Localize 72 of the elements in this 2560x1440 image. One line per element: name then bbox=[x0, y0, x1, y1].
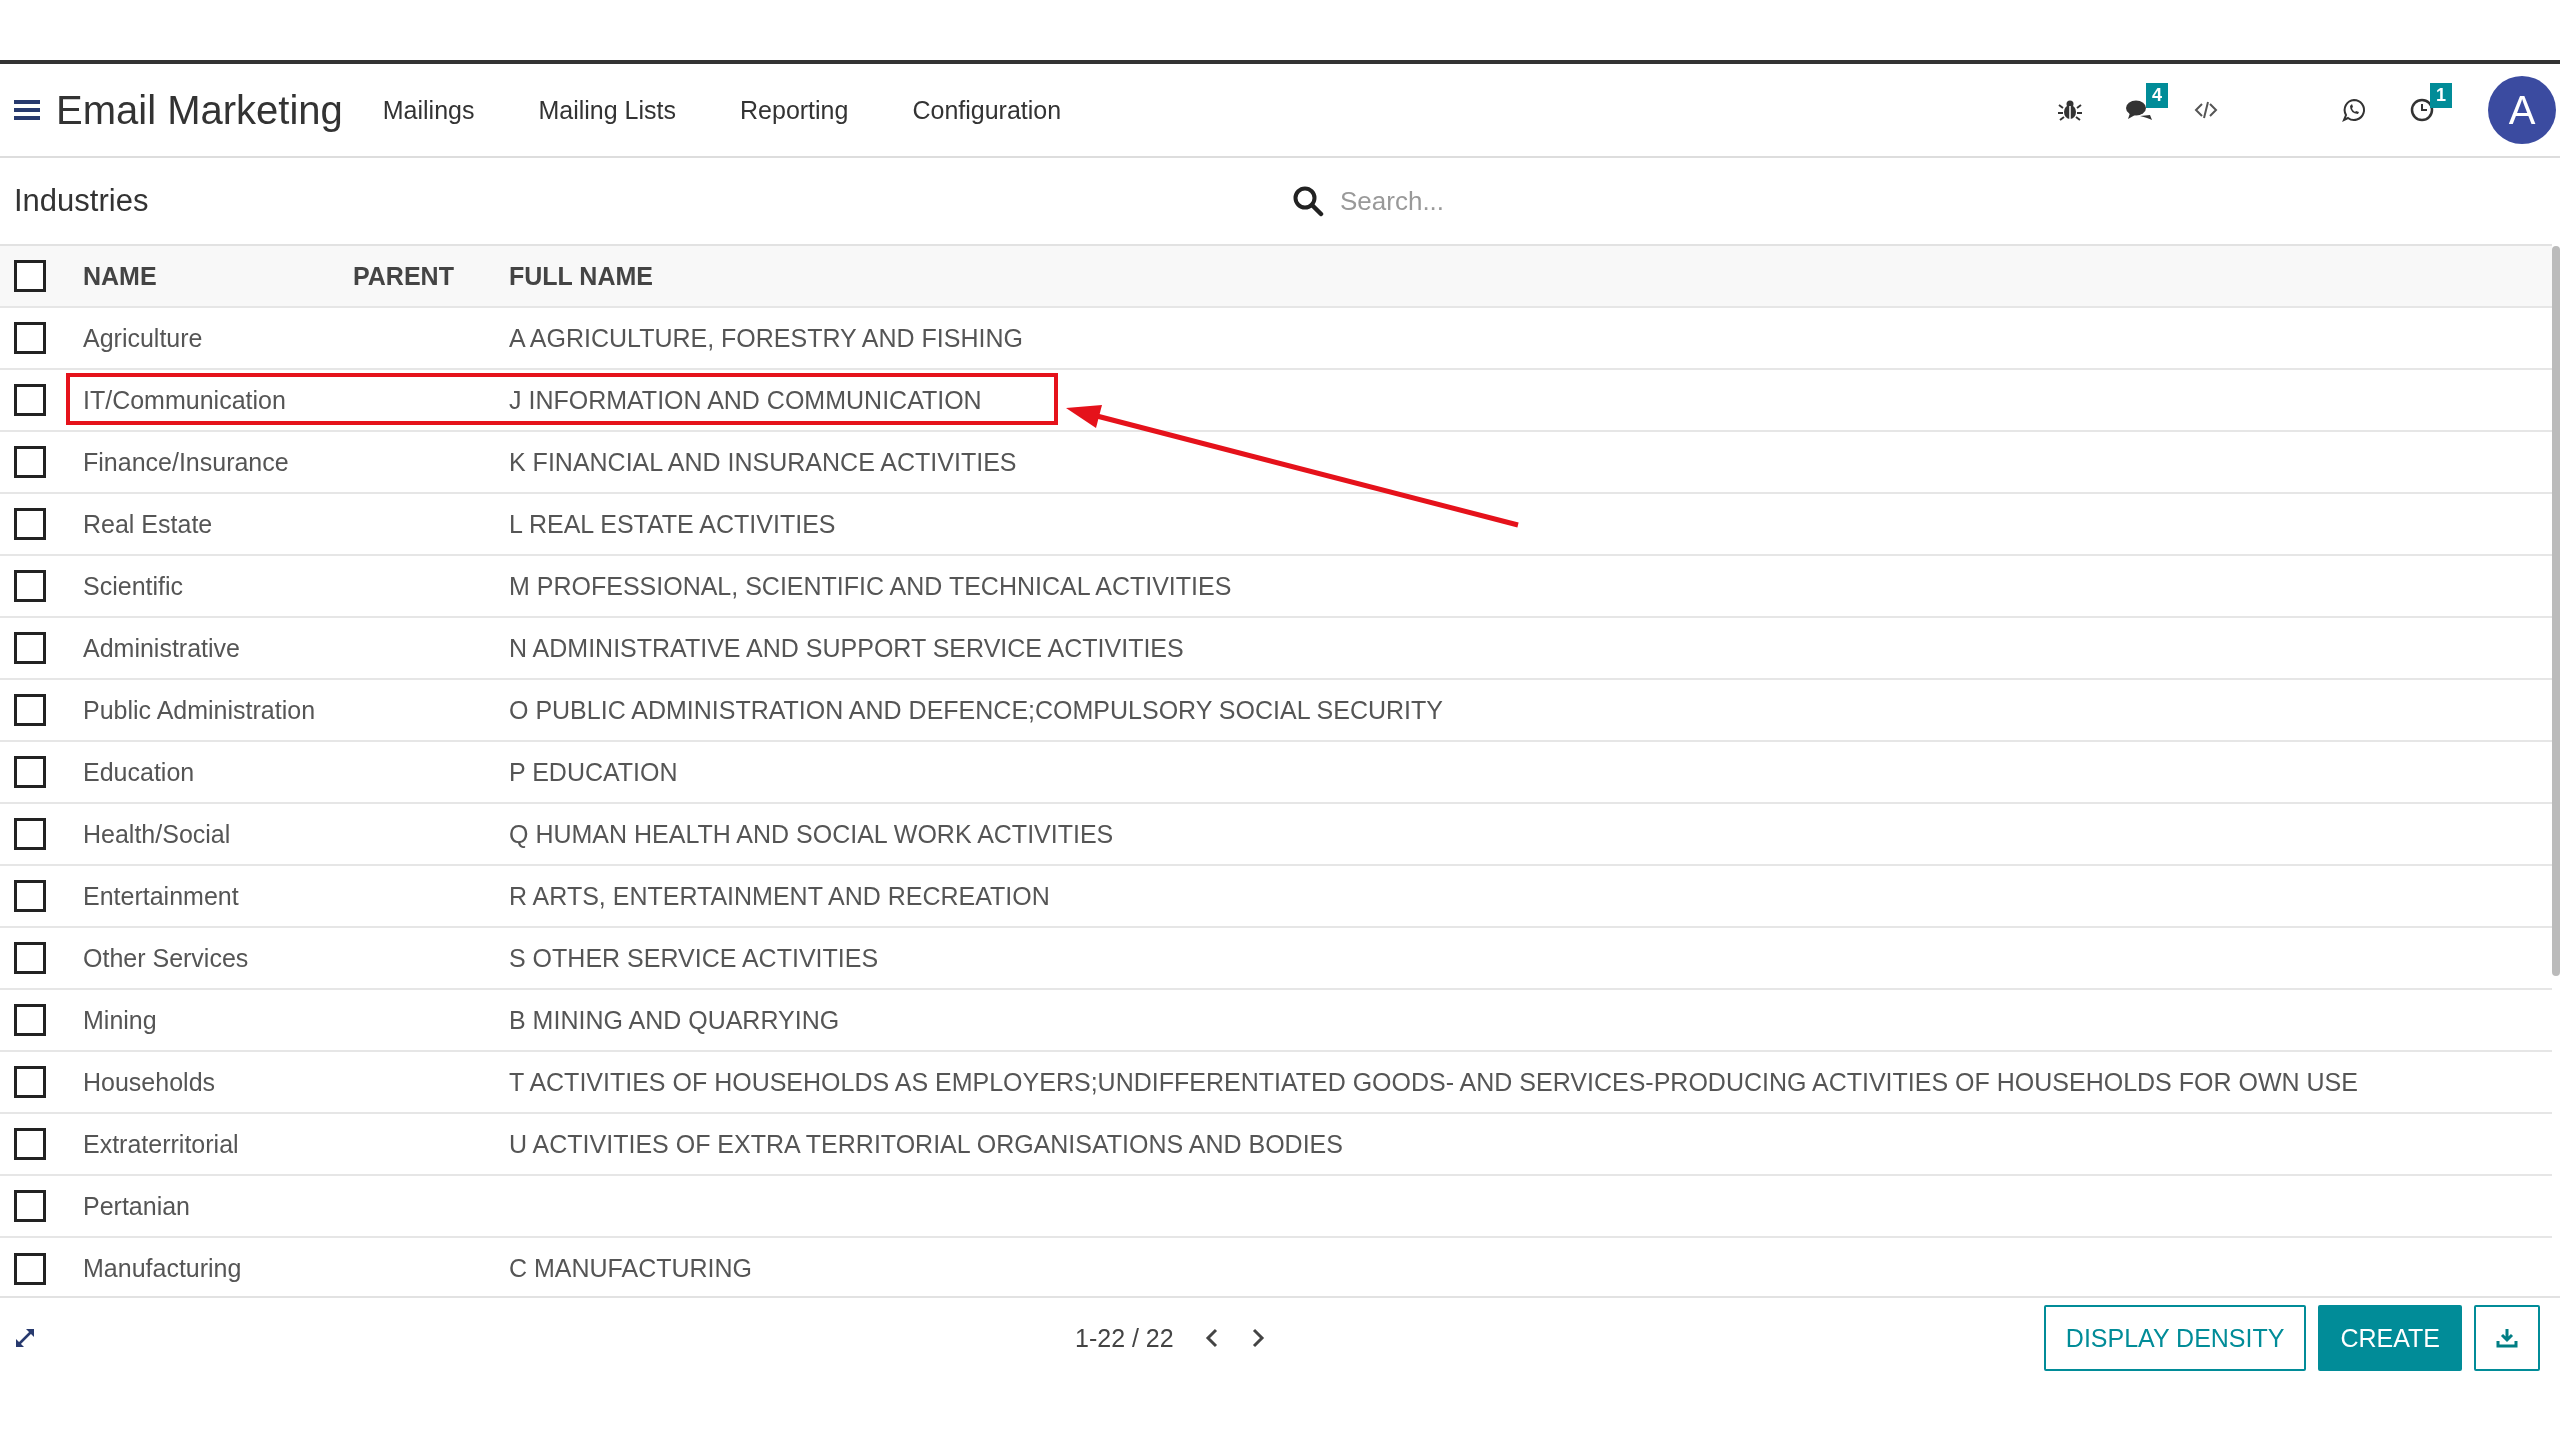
download-button[interactable] bbox=[2474, 1305, 2540, 1371]
table-cell: Entertainment bbox=[83, 881, 239, 910]
scrollbar[interactable] bbox=[2552, 246, 2560, 976]
table-cell: Q HUMAN HEALTH AND SOCIAL WORK ACTIVITIES bbox=[509, 819, 1114, 848]
checkbox[interactable] bbox=[14, 322, 46, 354]
table-cell: T ACTIVITIES OF HOUSEHOLDS AS EMPLOYERS;UNDIFFERENTIATED GOODS- AND SERVICES-PRODUCING ACTIVITIES OF HOUSEHOLDS FOR OWN USE bbox=[509, 1067, 2358, 1096]
checkbox[interactable] bbox=[14, 260, 46, 292]
checkbox[interactable] bbox=[14, 1066, 46, 1098]
table-cell: Health/Social bbox=[83, 819, 231, 848]
table-cell: N ADMINISTRATIVE AND SUPPORT SERVICE ACTIVITIES bbox=[509, 633, 1184, 662]
table-cell: Households bbox=[83, 1067, 216, 1096]
app-title: Email Marketing bbox=[56, 87, 343, 133]
table-cell: Mining bbox=[83, 1005, 157, 1034]
table-cell: Extraterritorial bbox=[83, 1129, 239, 1158]
menu-item[interactable]: Mailings bbox=[382, 95, 475, 125]
expand-icon[interactable] bbox=[14, 1327, 36, 1349]
checkbox[interactable] bbox=[14, 942, 46, 974]
table-cell: Real Estate bbox=[83, 509, 213, 538]
display-density-button[interactable]: DISPLAY DENSITY bbox=[2043, 1305, 2307, 1371]
menu-item[interactable]: Reporting bbox=[740, 95, 849, 125]
table-cell: Scientific bbox=[83, 571, 184, 600]
download-icon bbox=[2496, 1327, 2518, 1349]
column-header[interactable]: FULL NAME bbox=[509, 245, 2552, 307]
table-cell: P EDUCATION bbox=[509, 757, 678, 786]
checkbox[interactable] bbox=[14, 818, 46, 850]
table-cell: R ARTS, ENTERTAINMENT AND RECREATION bbox=[509, 881, 1050, 910]
table-cell: M PROFESSIONAL, SCIENTIFIC AND TECHNICAL ACTIVITIES bbox=[509, 571, 1232, 600]
counter-badge: 1 bbox=[2430, 83, 2452, 108]
table-cell: Other Services bbox=[83, 943, 249, 972]
checkbox[interactable] bbox=[14, 694, 46, 726]
table-cell: IT/Communication bbox=[83, 385, 286, 414]
checkbox[interactable] bbox=[14, 756, 46, 788]
menu-item[interactable]: Configuration bbox=[912, 95, 1062, 125]
column-header[interactable]: PARENT bbox=[353, 245, 509, 307]
checkbox[interactable] bbox=[14, 508, 46, 540]
table-cell: U ACTIVITIES OF EXTRA TERRITORIAL ORGANISATIONS AND BODIES bbox=[509, 1129, 1343, 1158]
create-button[interactable]: CREATE bbox=[2318, 1305, 2462, 1371]
checkbox[interactable] bbox=[14, 446, 46, 478]
checkbox[interactable] bbox=[14, 1252, 46, 1285]
checkbox[interactable] bbox=[14, 1190, 46, 1222]
table-cell: S OTHER SERVICE ACTIVITIES bbox=[509, 943, 879, 972]
menu-icon[interactable] bbox=[14, 99, 40, 121]
table-cell: B MINING AND QUARRYING bbox=[509, 1005, 840, 1034]
table-cell: L REAL ESTATE ACTIVITIES bbox=[509, 509, 836, 538]
table-cell: Finance/Insurance bbox=[83, 447, 289, 476]
checkbox[interactable] bbox=[14, 632, 46, 664]
clock-icon[interactable] bbox=[2410, 97, 2436, 123]
user-avatar[interactable]: A bbox=[2488, 76, 2556, 144]
table-cell: O PUBLIC ADMINISTRATION AND DEFENCE;COMPULSORY SOCIAL SECURITY bbox=[509, 695, 1443, 724]
table-cell: C MANUFACTURING bbox=[509, 1254, 753, 1282]
table-cell: Education bbox=[83, 757, 195, 786]
table-cell: Public Administration bbox=[83, 695, 316, 724]
column-header[interactable]: NAME bbox=[60, 245, 353, 307]
checkbox[interactable] bbox=[14, 570, 46, 602]
checkbox[interactable] bbox=[14, 880, 46, 912]
counter-badge: 4 bbox=[2146, 83, 2168, 108]
checkbox[interactable] bbox=[14, 384, 46, 416]
table-cell: J INFORMATION AND COMMUNICATION bbox=[509, 385, 982, 414]
table-cell: Agriculture bbox=[83, 323, 203, 352]
checkbox[interactable] bbox=[14, 1128, 46, 1160]
previous-icon[interactable] bbox=[1203, 1327, 1220, 1349]
table-cell: K FINANCIAL AND INSURANCE ACTIVITIES bbox=[509, 447, 1017, 476]
table-cell: A AGRICULTURE, FORESTRY AND FISHING bbox=[509, 323, 1023, 352]
whatsapp-icon[interactable] bbox=[2342, 97, 2368, 123]
table-cell: Pertanian bbox=[83, 1191, 191, 1220]
checkbox[interactable] bbox=[14, 1004, 46, 1036]
search-icon bbox=[1292, 185, 1324, 217]
table-cell: Manufacturing bbox=[83, 1254, 242, 1282]
table-cell: Administrative bbox=[83, 633, 240, 662]
menu-item[interactable]: Mailing Lists bbox=[538, 95, 677, 125]
pager-value: 1-22 / 22 bbox=[1075, 1323, 1174, 1353]
breadcrumb-title: Industries bbox=[14, 183, 150, 219]
